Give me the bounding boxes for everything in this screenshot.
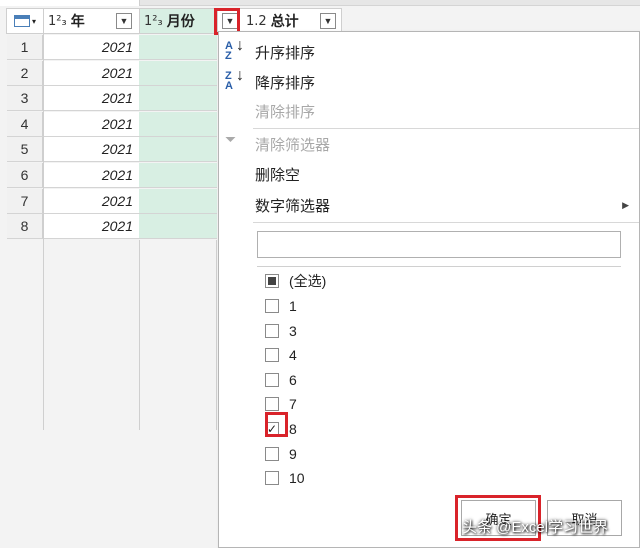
year-cell[interactable]: 2021 bbox=[44, 188, 139, 214]
list-item[interactable]: 3 bbox=[265, 321, 297, 341]
filter-dropdown-menu: AZ ↓ 升序排序 ZA ↓ 降序排序 清除排序 ⏷ 清除筛选器 删除空 数字筛… bbox=[218, 31, 640, 548]
arrow-down-icon: ↓ bbox=[236, 37, 244, 54]
row-number[interactable]: 4 bbox=[7, 111, 43, 137]
list-item[interactable]: 1 bbox=[265, 296, 297, 316]
menu-item-label: 降序排序 bbox=[255, 75, 316, 92]
list-item-label: 9 bbox=[289, 445, 297, 462]
divider bbox=[139, 240, 140, 430]
arrow-down-icon: ↓ bbox=[236, 67, 244, 84]
month-cell[interactable] bbox=[139, 35, 217, 60]
column-header-label: 总计 bbox=[270, 13, 299, 29]
year-cell[interactable]: 2021 bbox=[44, 163, 139, 188]
list-item-label: 4 bbox=[289, 347, 297, 364]
value-checklist: (全选) 1 3 4 6 7 ✓ 8 9 10 bbox=[257, 266, 621, 489]
filter-active-icon[interactable]: ▼ bbox=[116, 13, 132, 29]
divider bbox=[43, 34, 44, 430]
checkbox[interactable] bbox=[265, 372, 279, 387]
list-item-label: 7 bbox=[289, 396, 297, 413]
year-cell[interactable]: 2021 bbox=[44, 60, 139, 86]
highlight-box bbox=[265, 412, 288, 437]
column-type-icon: 1²₃ bbox=[144, 13, 163, 29]
checkbox[interactable] bbox=[265, 397, 279, 412]
checkbox[interactable] bbox=[265, 446, 279, 461]
list-item-label: 3 bbox=[289, 322, 297, 339]
select-all-checkbox[interactable] bbox=[265, 274, 279, 288]
separator bbox=[253, 128, 639, 129]
list-item[interactable]: 6 bbox=[265, 370, 297, 390]
list-item[interactable]: 4 bbox=[265, 345, 297, 365]
table-icon bbox=[13, 15, 30, 27]
checkbox[interactable] bbox=[265, 348, 279, 363]
list-item-label: 8 bbox=[289, 421, 297, 437]
remove-empty-item[interactable]: 删除空 bbox=[255, 164, 300, 185]
checkbox[interactable] bbox=[265, 299, 279, 313]
column-header-year[interactable]: 1²₃ 年 ▼ bbox=[44, 9, 140, 33]
list-item-label: 10 bbox=[289, 470, 305, 487]
query-tab[interactable] bbox=[0, 0, 140, 6]
submenu-arrow-icon: ▶ bbox=[622, 200, 629, 210]
clear-sort-item: 清除排序 bbox=[255, 104, 316, 121]
column-header-label: 年 bbox=[70, 13, 85, 29]
row-number[interactable]: 8 bbox=[7, 214, 43, 240]
month-cell[interactable] bbox=[139, 188, 217, 214]
list-item[interactable]: 10 bbox=[265, 468, 305, 488]
sort-ascending-icon: AZ bbox=[225, 40, 233, 62]
column-header-month[interactable]: 1²₃ 月份 bbox=[140, 9, 218, 33]
clear-filter-icon: ⏷ bbox=[225, 131, 237, 147]
column-header-label: 月份 bbox=[166, 13, 195, 29]
month-cell[interactable] bbox=[139, 60, 217, 86]
month-cell[interactable] bbox=[139, 86, 217, 112]
month-cell[interactable] bbox=[139, 111, 217, 137]
year-cell[interactable]: 2021 bbox=[44, 86, 139, 112]
dropdown-button[interactable]: ▼ bbox=[320, 13, 336, 29]
list-item-label: 6 bbox=[289, 371, 297, 388]
column-type-icon: 1.2 bbox=[246, 13, 267, 29]
row-number[interactable]: 5 bbox=[7, 137, 43, 163]
list-item-label: (全选) bbox=[289, 273, 327, 289]
menu-item-label: 清除筛选器 bbox=[255, 137, 331, 154]
year-cell[interactable]: 2021 bbox=[44, 214, 139, 240]
row-number[interactable]: 2 bbox=[7, 60, 43, 86]
month-cell[interactable] bbox=[139, 214, 217, 240]
chevron-down-icon: ▾ bbox=[31, 16, 36, 26]
month-cell[interactable] bbox=[139, 137, 217, 163]
table-menu-button[interactable]: ▾ bbox=[7, 9, 44, 33]
separator bbox=[253, 222, 639, 223]
year-cell[interactable]: 2021 bbox=[44, 111, 139, 137]
checkbox[interactable] bbox=[265, 323, 279, 338]
menu-item-label: 升序排序 bbox=[255, 45, 316, 62]
list-item-label: 1 bbox=[289, 298, 297, 314]
year-cell[interactable]: 2021 bbox=[44, 137, 139, 163]
year-cell[interactable]: 2021 bbox=[44, 35, 139, 60]
top-strip bbox=[0, 0, 640, 6]
list-item[interactable]: 9 bbox=[265, 444, 297, 464]
watermark: 头条 @Excel学习世界 bbox=[462, 519, 609, 536]
row-number[interactable]: 1 bbox=[7, 35, 43, 60]
row-number[interactable]: 7 bbox=[7, 188, 43, 214]
checkbox[interactable] bbox=[265, 471, 279, 486]
column-type-icon: 1²₃ bbox=[48, 13, 67, 29]
menu-item-label: 数字筛选器 bbox=[255, 198, 331, 215]
select-all-item[interactable]: (全选) bbox=[265, 271, 326, 291]
row-number[interactable]: 3 bbox=[7, 86, 43, 112]
row-number[interactable]: 6 bbox=[7, 163, 43, 188]
empty-grid-area bbox=[7, 240, 217, 430]
sort-descending-icon: ZA bbox=[225, 70, 233, 92]
search-input[interactable] bbox=[257, 231, 621, 258]
month-cell[interactable] bbox=[139, 163, 217, 188]
